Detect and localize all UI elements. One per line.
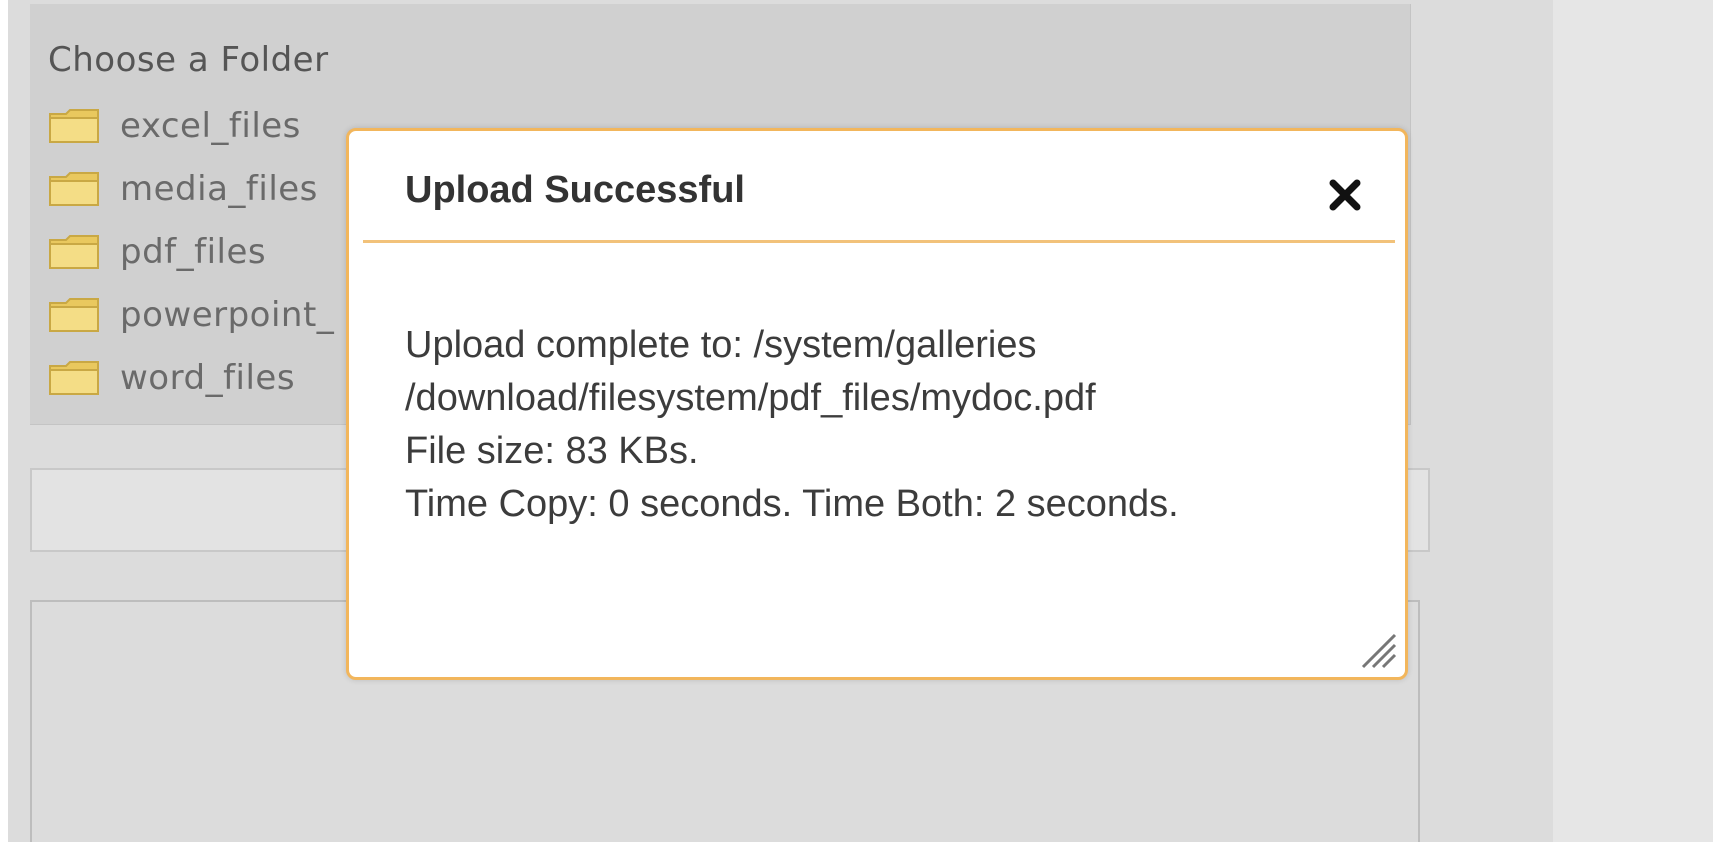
folder-label: word_files	[120, 358, 296, 398]
upload-path-line-1: Upload complete to: /system/galleries	[405, 324, 1037, 366]
folder-label: pdf_files	[120, 232, 267, 272]
dialog-message: Upload complete to: /system/galleries /d…	[405, 319, 1385, 531]
close-icon[interactable]	[1325, 175, 1365, 215]
folder-item-pdf-files[interactable]: pdf_files	[48, 224, 266, 280]
folder-item-powerpoint-files[interactable]: powerpoint_	[48, 287, 334, 343]
folder-label: excel_files	[120, 106, 301, 146]
upload-path-line-2: /download/filesystem/pdf_files/mydoc.pdf	[405, 377, 1096, 419]
folder-item-media-files[interactable]: media_files	[48, 161, 318, 217]
folder-icon	[48, 234, 100, 270]
upload-success-dialog: Upload Successful Upload complete to: /s…	[346, 128, 1408, 680]
folder-icon	[48, 297, 100, 333]
folder-item-excel-files[interactable]: excel_files	[48, 98, 301, 154]
right-margin	[1553, 0, 1713, 842]
folder-icon	[48, 108, 100, 144]
dialog-title: Upload Successful	[405, 169, 745, 211]
screen: Choose a Folder excel_files media_files …	[0, 0, 1713, 842]
folder-label: media_files	[120, 169, 318, 209]
resize-handle-icon[interactable]	[1357, 629, 1397, 669]
folder-item-word-files[interactable]: word_files	[48, 350, 295, 406]
file-size-line: File size: 83 KBs.	[405, 430, 699, 472]
dialog-header: Upload Successful	[363, 131, 1395, 243]
folder-label: powerpoint_	[120, 295, 335, 335]
time-line: Time Copy: 0 seconds. Time Both: 2 secon…	[405, 483, 1179, 525]
folder-icon	[48, 171, 100, 207]
folder-icon	[48, 360, 100, 396]
folder-chooser-title: Choose a Folder	[48, 40, 329, 80]
